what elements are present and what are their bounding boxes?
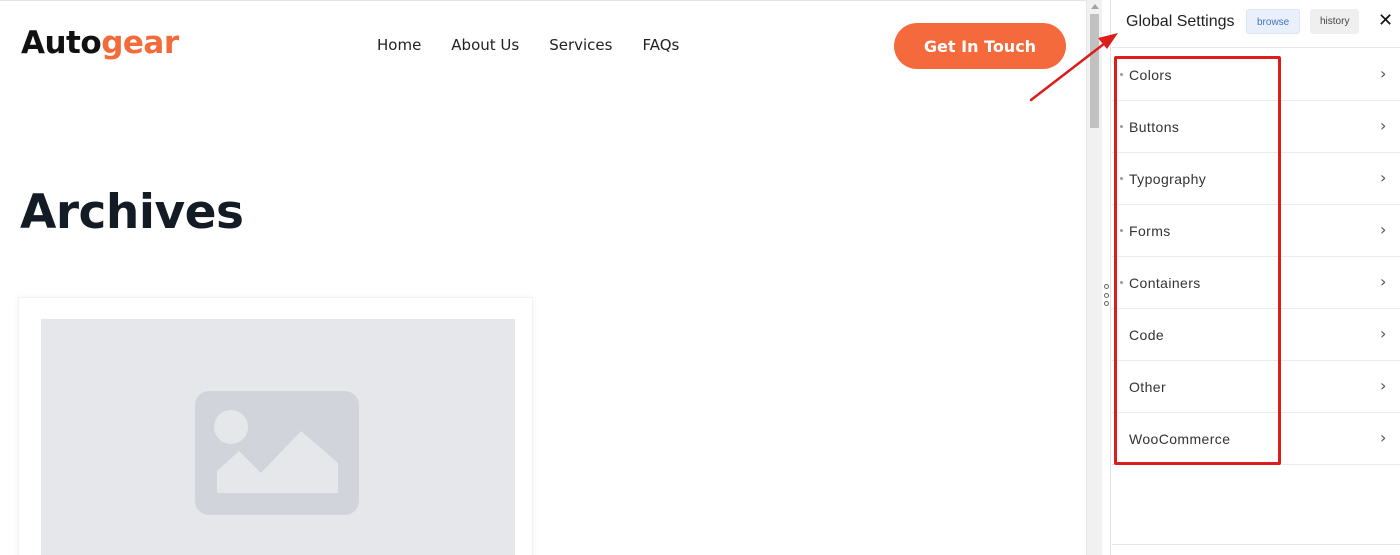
main-nav: Home About Us Services FAQs [377,35,709,55]
logo-primary: Auto [21,25,102,61]
close-icon[interactable]: ✕ [1378,10,1393,32]
page-title: Archives [20,185,244,240]
chevron-right-icon: › [1380,116,1387,135]
panel-title: Global Settings [1126,13,1235,30]
screen: Autogear Home About Us Services FAQs Get… [0,0,1400,555]
preview-scrollbar[interactable] [1086,0,1102,555]
chevron-right-icon: › [1380,168,1387,187]
get-in-touch-button[interactable]: Get In Touch [894,23,1066,69]
panel-divider [1112,544,1400,545]
chevron-right-icon: › [1380,376,1387,395]
scroll-thumb[interactable] [1090,14,1099,128]
site-logo[interactable]: Autogear [21,23,179,63]
archive-post-card[interactable] [18,297,533,555]
panel-header: Global Settings browse history ✕ [1112,0,1400,48]
post-thumbnail-placeholder [41,319,515,555]
nav-link-home[interactable]: Home [377,35,421,55]
chevron-right-icon: › [1380,428,1387,447]
chevron-right-icon: › [1380,272,1387,291]
browse-button[interactable]: browse [1246,9,1301,34]
scroll-up-arrow-icon[interactable] [1091,4,1099,9]
site-preview: Autogear Home About Us Services FAQs Get… [0,0,1086,555]
nav-link-services[interactable]: Services [549,35,612,55]
chevron-right-icon: › [1380,324,1387,343]
panel-resize-strip[interactable] [1102,0,1111,555]
annotation-highlight-box [1114,56,1281,465]
logo-accent: gear [101,25,179,61]
nav-link-faqs[interactable]: FAQs [642,35,679,55]
history-button[interactable]: history [1310,9,1360,34]
drag-handle-icon[interactable] [1102,284,1111,306]
image-placeholder-icon [195,391,359,515]
chevron-right-icon: › [1380,220,1387,239]
nav-link-about-us[interactable]: About Us [451,35,519,55]
chevron-right-icon: › [1380,64,1387,83]
